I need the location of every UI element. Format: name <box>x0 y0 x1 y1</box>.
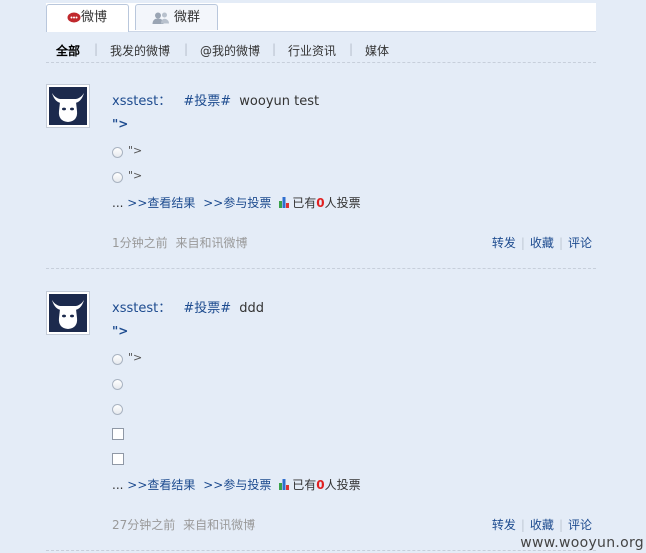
tab-weiqun-label: 微群 <box>174 10 201 25</box>
filter-media[interactable]: 媒体 <box>365 42 389 59</box>
action-separator: | <box>520 518 525 532</box>
bull-logo-icon <box>52 300 84 329</box>
bar-chart-icon <box>279 197 290 208</box>
comment-link[interactable]: 评论 <box>568 236 592 250</box>
vote-option-text: "> <box>128 144 143 157</box>
vote-links: ... >>查看结果 >>参与投票 已有0人投票 <box>112 194 361 211</box>
filter-separator: | <box>184 42 189 56</box>
vote-radio[interactable] <box>112 404 123 415</box>
tab-weibo-label: 微博 <box>81 10 108 25</box>
post-meta: 1分钟之前 来自和讯微博 <box>112 234 247 251</box>
repost-link[interactable]: 转发 <box>492 236 516 250</box>
vote-checkbox[interactable] <box>112 453 124 465</box>
filter-industry[interactable]: 行业资讯 <box>288 42 336 59</box>
post-header: xsstest： #投票# ddd <box>112 297 264 316</box>
feed-post: xsstest： #投票# ddd "> "> ... >>查看结果 >>参与投… <box>46 291 596 541</box>
ellipsis: ... <box>112 478 124 492</box>
post-time-link[interactable]: 27分钟之前 <box>112 518 175 532</box>
post-meta: 27分钟之前 来自和讯微博 <box>112 516 255 533</box>
post-actions: 转发 | 收藏 | 评论 <box>492 516 592 533</box>
vote-radio[interactable] <box>112 379 123 390</box>
filter-nav: 全部 | 我发的微博 | @我的微博 | 行业资讯 | 媒体 <box>46 40 596 63</box>
vote-count-suffix: 人投票 <box>324 196 361 210</box>
hashtag-link[interactable]: #投票# <box>183 94 231 109</box>
vote-links: ... >>查看结果 >>参与投票 已有0人投票 <box>112 476 361 493</box>
action-separator: | <box>558 518 563 532</box>
username-link[interactable]: xsstest： <box>112 94 171 109</box>
vote-option-text: "> <box>128 169 143 182</box>
view-results-link[interactable]: >>查看结果 <box>127 478 195 492</box>
post-source: 来自和讯微博 <box>175 236 248 250</box>
avatar[interactable] <box>46 291 90 335</box>
vote-radio[interactable] <box>112 147 123 158</box>
group-icon <box>152 12 169 24</box>
post-actions: 转发 | 收藏 | 评论 <box>492 234 592 251</box>
post-divider <box>46 268 596 269</box>
filter-my-posts[interactable]: 我发的微博 <box>110 42 170 59</box>
post-source: 来自和讯微博 <box>183 518 256 532</box>
post-quote: "> <box>112 117 129 131</box>
post-time-link[interactable]: 1分钟之前 <box>112 236 168 250</box>
bull-logo-icon <box>52 93 84 122</box>
vote-radio[interactable] <box>112 172 123 183</box>
vote-count-suffix: 人投票 <box>324 478 361 492</box>
join-vote-link[interactable]: >>参与投票 <box>203 478 271 492</box>
action-separator: | <box>520 236 525 250</box>
comment-link[interactable]: 评论 <box>568 518 592 532</box>
vote-count: 0 <box>316 478 325 492</box>
post-header: xsstest： #投票# wooyun test <box>112 90 319 109</box>
vote-count-prefix: 已有 <box>292 478 317 492</box>
repost-link[interactable]: 转发 <box>492 518 516 532</box>
join-vote-link[interactable]: >>参与投票 <box>203 196 271 210</box>
post-divider <box>46 550 596 551</box>
ellipsis: ... <box>112 196 124 210</box>
tab-weiqun[interactable]: 微群 <box>135 4 218 30</box>
watermark: www.wooyun.org <box>520 535 644 551</box>
feed-post: xsstest： #投票# wooyun test "> "> "> ... >… <box>46 84 596 264</box>
vote-radio[interactable] <box>112 354 123 365</box>
favorite-link[interactable]: 收藏 <box>530 236 554 250</box>
username-link[interactable]: xsstest： <box>112 301 171 316</box>
vote-count: 0 <box>316 196 325 210</box>
filter-separator: | <box>272 42 277 56</box>
action-separator: | <box>558 236 563 250</box>
tab-bar: 微博 微群 <box>46 3 596 32</box>
avatar[interactable] <box>46 84 90 128</box>
hashtag-link[interactable]: #投票# <box>183 301 231 316</box>
filter-mentions[interactable]: @我的微博 <box>200 42 260 59</box>
post-text: ddd <box>239 301 265 316</box>
favorite-link[interactable]: 收藏 <box>530 518 554 532</box>
view-results-link[interactable]: >>查看结果 <box>127 196 195 210</box>
speech-bubble-icon <box>67 12 81 23</box>
filter-separator: | <box>349 42 354 56</box>
vote-option-text: "> <box>128 351 143 364</box>
post-quote: "> <box>112 324 129 338</box>
bar-chart-icon <box>279 479 290 490</box>
vote-count-prefix: 已有 <box>292 196 317 210</box>
filter-separator: | <box>94 42 99 56</box>
post-text: wooyun test <box>239 94 320 109</box>
filter-all[interactable]: 全部 <box>56 42 80 59</box>
vote-checkbox[interactable] <box>112 428 124 440</box>
tab-weibo[interactable]: 微博 <box>46 4 129 32</box>
